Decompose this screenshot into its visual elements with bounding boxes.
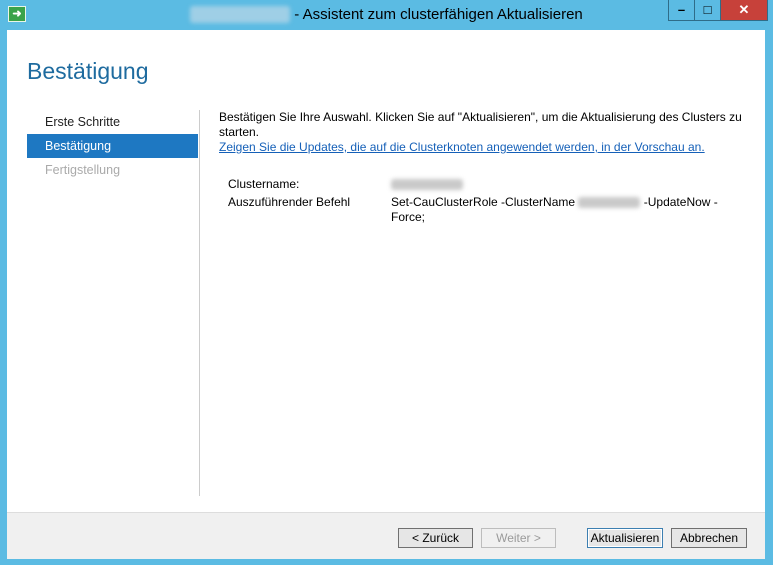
window-title-text: - Assistent zum clusterfähigen Aktualisi… (294, 6, 583, 23)
page-title: Bestätigung (27, 58, 149, 84)
wizard-steps-nav: Erste Schritte Bestätigung Fertigstellun… (27, 110, 198, 182)
nav-item-erste-schritte[interactable]: Erste Schritte (27, 110, 198, 134)
button-bar: < Zurück Weiter > Aktualisieren Abbreche… (7, 512, 765, 559)
command-prefix: Set-CauClusterRole -ClusterName (391, 195, 576, 209)
redacted-cluster-name: XXXXXXXXXX (190, 6, 291, 23)
command-label: Auszuführender Befehl (228, 195, 351, 209)
command-value: Set-CauClusterRole -ClusterName -UpdateN… (391, 195, 747, 225)
nav-divider (199, 110, 200, 496)
wizard-window: ➜ XXXXXXXXXX- Assistent zum clusterfähig… (0, 0, 773, 565)
redacted-cluster-value (391, 179, 463, 191)
window-title: XXXXXXXXXX- Assistent zum clusterfähigen… (0, 6, 773, 23)
cluster-name-label: Clustername: (228, 177, 300, 191)
update-button[interactable]: Aktualisieren (587, 528, 663, 548)
title-bar[interactable]: ➜ XXXXXXXXXX- Assistent zum clusterfähig… (0, 0, 773, 30)
redacted-command-cluster (578, 197, 641, 209)
cluster-name-row: Clustername: (219, 177, 747, 195)
back-button[interactable]: < Zurück (398, 528, 473, 548)
confirmation-description: Bestätigen Sie Ihre Auswahl. Klicken Sie… (219, 110, 742, 139)
cluster-name-value (391, 177, 747, 192)
nav-item-bestaetigung[interactable]: Bestätigung (27, 134, 198, 158)
minimize-button[interactable]: – (668, 0, 695, 21)
preview-updates-link[interactable]: Zeigen Sie die Updates, die auf die Clus… (219, 140, 749, 155)
next-button: Weiter > (481, 528, 556, 548)
wizard-client-area: Bestätigung Erste Schritte Bestätigung F… (7, 30, 765, 559)
maximize-button[interactable]: □ (694, 0, 721, 21)
confirmation-content: Bestätigen Sie Ihre Auswahl. Klicken Sie… (219, 110, 749, 155)
command-row: Auszuführender Befehl Set-CauClusterRole… (219, 195, 747, 229)
close-button[interactable]: ✕ (720, 0, 768, 21)
nav-item-fertigstellung: Fertigstellung (45, 163, 121, 177)
cancel-button[interactable]: Abbrechen (671, 528, 747, 548)
details-table: Clustername: Auszuführender Befehl Set-C… (219, 177, 747, 229)
